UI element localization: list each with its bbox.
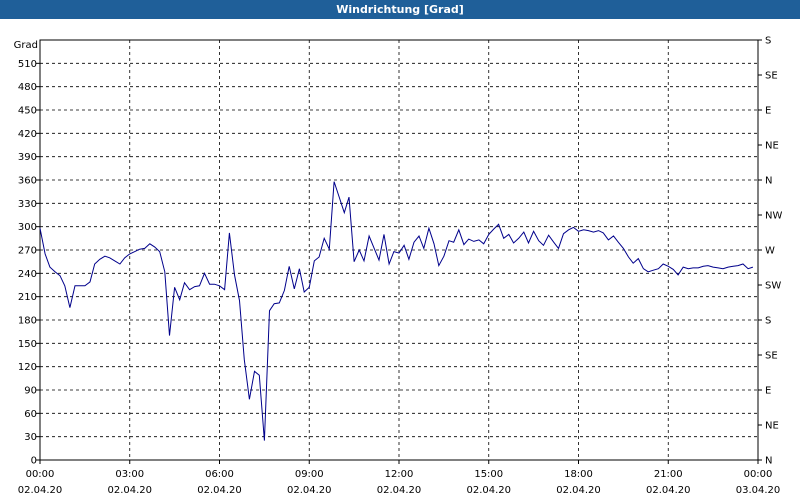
grid-lines [40,40,758,460]
y-tick-label: 30 [24,432,37,443]
x-tick-date-label: 02.04.20 [377,485,422,496]
x-tick-time-label: 18:00 [564,469,593,480]
right-tick-label: NW [765,211,782,222]
right-tick-label: NE [765,421,779,432]
y-tick-label: 390 [18,152,37,163]
x-tick-date-label: 02.04.20 [466,485,511,496]
wind-direction-chart: 0 30 60 90 120 150 180 210 240 270 300 330 360 390 420… [14,36,783,497]
right-tick-label: SE [765,351,778,362]
right-axis-ticks: N NE E SE S SW W NW N NE E SE S [758,36,782,467]
y-tick-label: 300 [18,222,37,233]
y-tick-label: 60 [24,409,37,420]
x-tick-time-label: 12:00 [385,469,414,480]
right-tick-label: E [765,106,771,117]
x-tick-time-label: 15:00 [474,469,503,480]
y-tick-label: 420 [18,129,37,140]
y-tick-label: 450 [18,106,37,117]
y-tick-label: 360 [18,176,37,187]
y-tick-label: 510 [18,59,37,70]
y-axis-label: Grad [14,40,38,51]
right-tick-label: S [765,36,771,47]
y-tick-label: 90 [24,386,37,397]
y-tick-label: 150 [18,339,37,350]
y-tick-label: 270 [18,246,37,257]
y-tick-label: 480 [18,82,37,93]
x-tick-date-label: 02.04.20 [197,485,242,496]
series-line [39,181,754,441]
right-tick-label: SE [765,71,778,82]
x-tick-date-label: 02.04.20 [107,485,152,496]
right-tick-label: S [765,316,771,327]
right-tick-label: NE [765,141,779,152]
x-tick-time-label: 00:00 [26,469,55,480]
x-tick-date-label: 03.04.20 [736,485,781,496]
right-tick-label: N [765,456,772,467]
y-axis-ticks: 0 30 60 90 120 150 180 210 240 270 300 330 360 390 420… [18,59,40,467]
y-tick-label: 0 [31,456,37,467]
x-tick-date-label: 02.04.20 [556,485,601,496]
y-tick-label: 240 [18,269,37,280]
x-tick-time-label: 06:00 [205,469,234,480]
x-tick-date-label: 02.04.20 [287,485,332,496]
right-tick-label: W [765,246,775,257]
x-tick-time-label: 00:00 [744,469,773,480]
x-tick-time-label: 21:00 [654,469,683,480]
x-tick-time-label: 03:00 [115,469,144,480]
y-tick-label: 120 [18,362,37,373]
x-tick-date-label: 02.04.20 [646,485,691,496]
y-tick-label: 180 [18,316,37,327]
y-tick-label: 210 [18,292,37,303]
y-tick-label: 330 [18,199,37,210]
x-tick-time-label: 09:00 [295,469,324,480]
right-tick-label: E [765,386,771,397]
x-tick-date-label: 02.04.20 [18,485,63,496]
right-tick-label: N [765,176,772,187]
x-axis-ticks: 00:00 02.04.20 03:00 02.04.20 06:00 02.04.20 0… [18,460,781,496]
right-tick-label: SW [765,281,781,292]
